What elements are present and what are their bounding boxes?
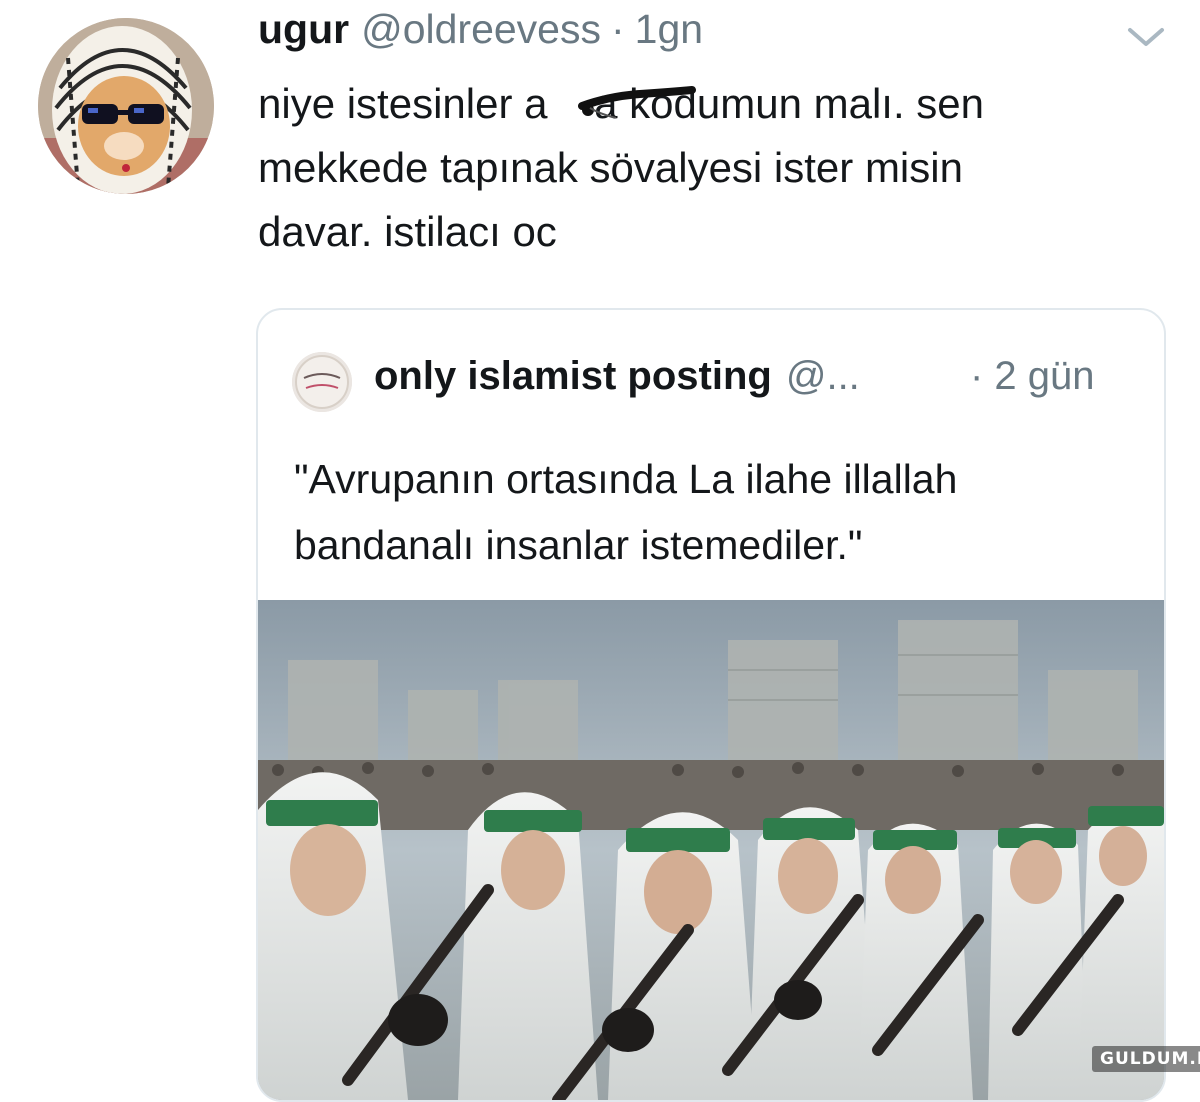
cat-avatar-icon bbox=[38, 18, 214, 194]
quoted-text-line: "Avrupanın ortasında La ilahe illallah bbox=[294, 456, 958, 502]
avatar[interactable] bbox=[38, 18, 214, 194]
tweet: ugur @oldreevess · 1gn niye istesinler a… bbox=[0, 0, 1200, 1102]
quoted-handle[interactable]: @... bbox=[786, 354, 860, 399]
tweet-header: ugur @oldreevess · 1gn bbox=[258, 6, 703, 66]
tweet-text: niye istesinler a a kodumun malı. sen me… bbox=[258, 72, 1178, 264]
separator: · bbox=[611, 6, 625, 52]
quoted-display-name[interactable]: only islamist posting bbox=[374, 354, 772, 399]
timestamp[interactable]: 1gn bbox=[635, 6, 703, 53]
display-name[interactable]: ugur bbox=[258, 6, 349, 53]
tweet-text-line: davar. istilacı oc bbox=[258, 208, 557, 255]
tweet-text-line: mekkede tapınak sövalyesi ister misin bbox=[258, 144, 963, 191]
chevron-down-icon[interactable] bbox=[1126, 26, 1166, 50]
tweet-text-line: niye istesinler a a kodumun malı. sen bbox=[258, 80, 985, 127]
quoted-tweet-card[interactable]: only islamist posting @... · 2 gün "Avru… bbox=[256, 308, 1166, 1102]
quoted-header: only islamist posting @... bbox=[374, 354, 860, 399]
quoted-timestamp[interactable]: · 2 gün bbox=[970, 354, 1095, 399]
watermark: GULDUM.NET bbox=[1092, 1046, 1200, 1072]
quoted-text-line: bandanalı insanlar istemediler." bbox=[294, 522, 863, 568]
user-handle[interactable]: @oldreevess bbox=[361, 6, 601, 53]
quoted-text: "Avrupanın ortasında La ilahe illallah b… bbox=[294, 446, 1134, 578]
quoted-avatar-icon bbox=[292, 352, 352, 412]
quoted-avatar[interactable] bbox=[292, 352, 352, 412]
quoted-media-photo[interactable] bbox=[258, 600, 1164, 1100]
